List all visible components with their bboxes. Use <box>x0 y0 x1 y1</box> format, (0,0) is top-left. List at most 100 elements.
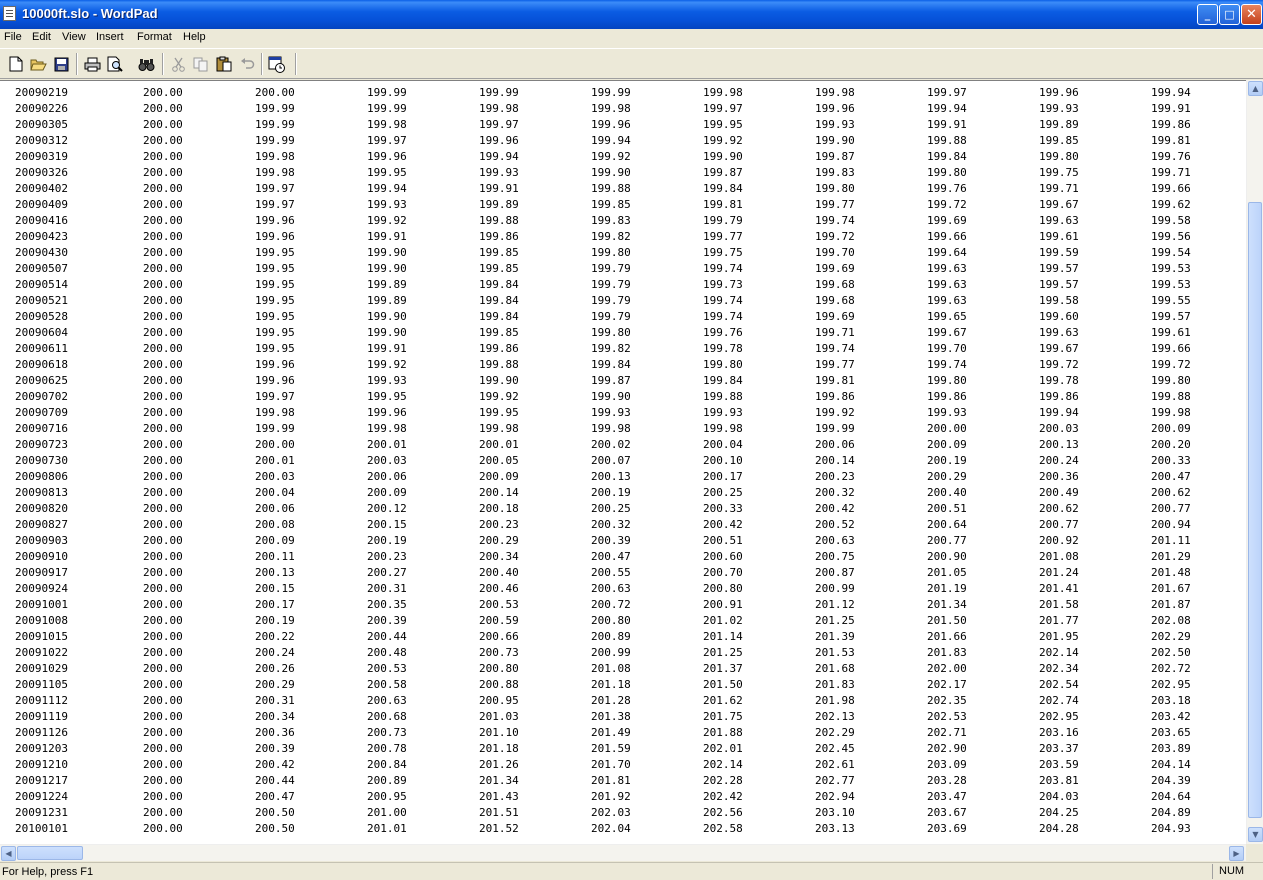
numeric-value: 200.32 <box>591 518 631 531</box>
numeric-value: 203.69 <box>927 822 967 835</box>
numeric-value: 204.28 <box>1039 822 1079 835</box>
horizontal-scroll-thumb[interactable] <box>17 846 83 860</box>
date-value: 20091022 <box>15 646 68 659</box>
vertical-scrollbar[interactable]: ▲ ▼ <box>1246 80 1263 844</box>
horizontal-scrollbar[interactable]: ◀ ▶ <box>0 844 1246 861</box>
numeric-value: 199.79 <box>591 310 631 323</box>
numeric-value: 201.03 <box>479 710 519 723</box>
numeric-value: 200.00 <box>255 438 295 451</box>
numeric-value: 202.00 <box>927 662 967 675</box>
new-document-button[interactable] <box>7 55 25 73</box>
menu-format[interactable]: Format <box>137 31 172 43</box>
menu-file[interactable]: File <box>4 31 22 43</box>
date-value: 20090326 <box>15 166 68 179</box>
numeric-value: 199.60 <box>1039 310 1079 323</box>
numeric-value: 200.31 <box>255 694 295 707</box>
undo-icon <box>240 58 254 69</box>
print-preview-button[interactable] <box>106 55 124 73</box>
numeric-value: 200.00 <box>143 678 183 691</box>
open-button[interactable] <box>29 55 47 73</box>
date-value: 20090528 <box>15 310 68 323</box>
menu-help[interactable]: Help <box>183 31 206 43</box>
maximize-button[interactable]: □ <box>1219 4 1240 25</box>
numeric-value: 201.19 <box>927 582 967 595</box>
numeric-value: 199.63 <box>927 278 967 291</box>
numeric-value: 199.70 <box>927 342 967 355</box>
scroll-left-button[interactable]: ◀ <box>1 846 16 861</box>
date-value: 20090319 <box>15 150 68 163</box>
numeric-value: 200.52 <box>815 518 855 531</box>
numeric-value: 202.03 <box>591 806 631 819</box>
numeric-value: 199.89 <box>1039 118 1079 131</box>
numeric-value: 200.00 <box>143 102 183 115</box>
numeric-value: 199.95 <box>703 118 743 131</box>
numeric-value: 200.39 <box>367 614 407 627</box>
numeric-value: 199.79 <box>703 214 743 227</box>
numeric-value: 199.95 <box>255 342 295 355</box>
numeric-value: 199.90 <box>815 134 855 147</box>
numeric-value: 199.75 <box>703 246 743 259</box>
numeric-value: 200.00 <box>143 726 183 739</box>
find-button[interactable] <box>137 55 155 73</box>
numeric-value: 199.68 <box>815 294 855 307</box>
status-bar: For Help, press F1 NUM <box>0 862 1263 880</box>
paste-button[interactable] <box>215 55 233 73</box>
numeric-value: 199.97 <box>255 198 295 211</box>
numeric-value: 200.00 <box>143 758 183 771</box>
numeric-value: 200.51 <box>927 502 967 515</box>
numeric-value: 202.04 <box>591 822 631 835</box>
numeric-value: 201.52 <box>479 822 519 835</box>
date-value: 20091119 <box>15 710 68 723</box>
numeric-value: 199.85 <box>479 326 519 339</box>
numeric-value: 199.77 <box>703 230 743 243</box>
numeric-value: 200.73 <box>479 646 519 659</box>
numeric-value: 199.83 <box>591 214 631 227</box>
date-value: 20091105 <box>15 678 68 691</box>
menu-edit[interactable]: Edit <box>32 31 51 43</box>
numeric-value: 199.71 <box>1151 166 1191 179</box>
cut-icon <box>171 57 185 72</box>
numeric-value: 199.92 <box>591 150 631 163</box>
numeric-value: 200.00 <box>143 166 183 179</box>
menu-insert[interactable]: Insert <box>96 31 124 43</box>
menu-view[interactable]: View <box>62 31 86 43</box>
numeric-value: 199.66 <box>1151 342 1191 355</box>
cut-button[interactable] <box>169 55 187 73</box>
date-time-button[interactable] <box>268 55 286 73</box>
print-button[interactable] <box>83 55 101 73</box>
numeric-value: 200.90 <box>927 550 967 563</box>
numeric-value: 200.13 <box>255 566 295 579</box>
status-help-text: For Help, press F1 <box>2 866 94 878</box>
numeric-value: 199.75 <box>1039 166 1079 179</box>
close-button[interactable]: ✕ <box>1241 4 1262 25</box>
numeric-value: 200.91 <box>703 598 743 611</box>
vertical-scroll-thumb[interactable] <box>1248 202 1262 818</box>
numeric-value: 200.92 <box>1039 534 1079 547</box>
scroll-right-button[interactable]: ▶ <box>1229 846 1244 861</box>
numeric-value: 199.68 <box>815 278 855 291</box>
numeric-value: 199.98 <box>1151 406 1191 419</box>
undo-button[interactable] <box>238 55 256 73</box>
numeric-value: 199.98 <box>255 406 295 419</box>
numeric-value: 201.24 <box>1039 566 1079 579</box>
numeric-value: 199.71 <box>1039 182 1079 195</box>
numeric-value: 201.25 <box>815 614 855 627</box>
title-bar[interactable]: 10000ft.slo - WordPad _ □ ✕ <box>0 0 1263 29</box>
minimize-button[interactable]: _ <box>1197 4 1218 25</box>
numeric-value: 199.97 <box>255 182 295 195</box>
numeric-value: 200.00 <box>143 486 183 499</box>
date-value: 20091015 <box>15 630 68 643</box>
scroll-up-button[interactable]: ▲ <box>1248 81 1263 96</box>
numeric-value: 199.97 <box>367 134 407 147</box>
save-button[interactable] <box>52 55 70 73</box>
numeric-value: 200.48 <box>367 646 407 659</box>
arrow-up-icon: ▲ <box>1252 84 1259 93</box>
numeric-value: 199.74 <box>927 358 967 371</box>
numeric-value: 199.88 <box>1151 390 1191 403</box>
copy-button[interactable] <box>192 55 210 73</box>
scroll-down-button[interactable]: ▼ <box>1248 827 1263 842</box>
document-area[interactable]: 20090219 200.00 200.00 199.99 199.99 199.99 19… <box>0 80 1246 844</box>
date-value: 20090604 <box>15 326 68 339</box>
numeric-value: 204.25 <box>1039 806 1079 819</box>
numeric-value: 200.53 <box>367 662 407 675</box>
